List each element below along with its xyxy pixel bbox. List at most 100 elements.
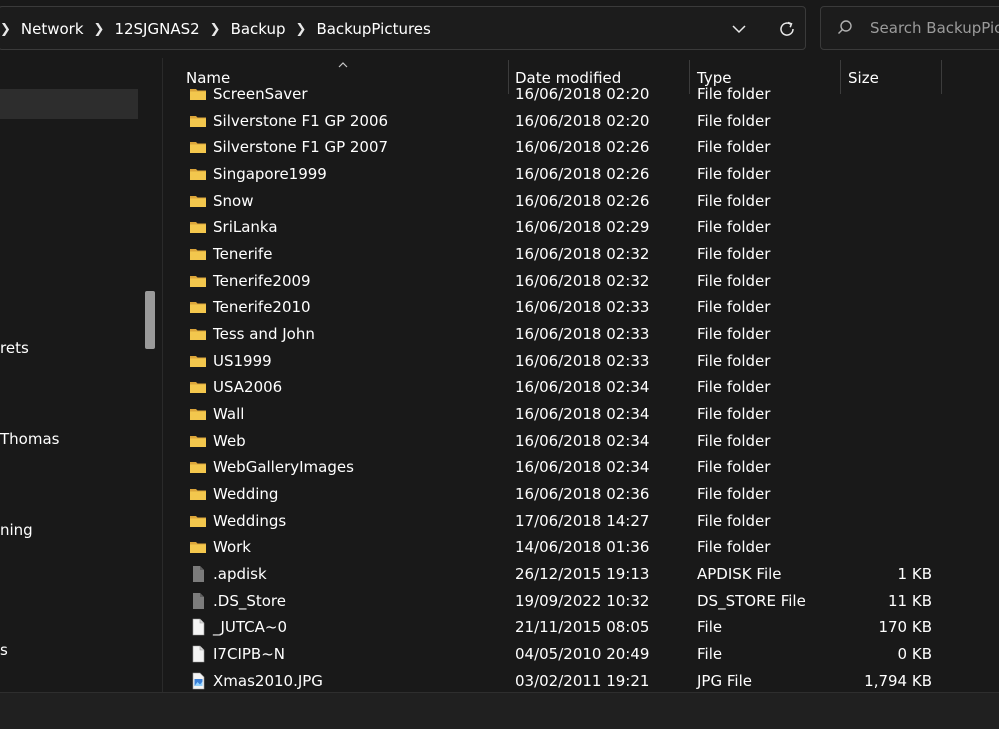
chevron-right-icon[interactable]: ❯	[94, 22, 115, 37]
file-list: ScreenSaver 16/06/2018 02:20 File folder Si…	[163, 82, 999, 691]
file-date-modified: 16/06/2018 02:20	[515, 111, 650, 130]
refresh-button[interactable]	[775, 17, 799, 41]
breadcrumb-backup-pictures[interactable]: BackupPictures	[316, 20, 440, 38]
file-name: Wall	[213, 404, 245, 423]
file-row[interactable]: WebGalleryImages 16/06/2018 02:34 File fol…	[163, 455, 999, 481]
file-size: 0 KB	[897, 644, 932, 663]
file-name: Singapore1999	[213, 164, 327, 183]
file-type: File folder	[697, 111, 771, 130]
file-date-modified: 17/06/2018 14:27	[515, 511, 650, 530]
file-date-modified: 16/06/2018 02:33	[515, 298, 650, 317]
folder-icon	[189, 458, 207, 476]
folder-icon	[189, 352, 207, 370]
folder-icon	[189, 85, 207, 103]
folder-icon	[189, 245, 207, 263]
file-row[interactable]: ScreenSaver 16/06/2018 02:20 File folder	[163, 82, 999, 108]
address-history-dropdown-button[interactable]	[728, 18, 750, 40]
file-name: US1999	[213, 351, 272, 370]
file-row[interactable]: Singapore1999 16/06/2018 02:26 File folder	[163, 162, 999, 188]
file-row[interactable]: USA2006 16/06/2018 02:34 File folder	[163, 375, 999, 401]
file-row[interactable]: Web 16/06/2018 02:34 File folder	[163, 429, 999, 455]
file-row[interactable]: .DS_Store 19/09/2022 10:32 DS_STORE File 11…	[163, 589, 999, 615]
breadcrumb: ❯ Network ❯ 12SJGNAS2 ❯ Backup ❯ BackupP…	[0, 18, 441, 40]
file-type: DS_STORE File	[697, 591, 806, 610]
file-date-modified: 04/05/2010 20:49	[515, 644, 650, 663]
file-name: Tess and John	[213, 324, 315, 343]
file-type: File folder	[697, 138, 771, 157]
file-name: Xmas2010.JPG	[213, 671, 323, 690]
file-date-modified: 19/09/2022 10:32	[515, 591, 650, 610]
file-row[interactable]: Wall 16/06/2018 02:34 File folder	[163, 402, 999, 428]
file-row[interactable]: Snow 16/06/2018 02:26 File folder	[163, 189, 999, 215]
folder-icon	[189, 298, 207, 316]
file-name: _JUTCA~0	[213, 618, 288, 637]
file-name: WebGalleryImages	[213, 458, 354, 477]
nav-item[interactable]: ning	[0, 521, 33, 539]
file-row[interactable]: Tenerife2009 16/06/2018 02:32 File folder	[163, 269, 999, 295]
chevron-right-icon[interactable]: ❯	[296, 22, 317, 37]
status-bar	[0, 692, 999, 729]
folder-icon	[189, 538, 207, 556]
chevron-right-icon[interactable]: ❯	[210, 22, 231, 37]
nav-scrollbar-thumb[interactable]	[145, 291, 155, 349]
file-row[interactable]: _JUTCA~0 21/11/2015 08:05 File 170 KB	[163, 615, 999, 641]
file-date-modified: 16/06/2018 02:26	[515, 138, 650, 157]
refresh-icon	[780, 21, 794, 36]
file-type: File folder	[697, 191, 771, 210]
file-type: APDISK File	[697, 564, 782, 583]
breadcrumb-backup[interactable]: Backup	[231, 20, 296, 38]
file-row[interactable]: Xmas2010.JPG 03/02/2011 19:21 JPG File 1,79…	[163, 669, 999, 691]
nav-item[interactable]: Thomas	[0, 430, 59, 448]
file-row[interactable]: Tenerife2010 16/06/2018 02:33 File folder	[163, 295, 999, 321]
nav-item[interactable]: s	[0, 641, 8, 659]
file-name: ScreenSaver	[213, 85, 308, 103]
folder-icon	[189, 325, 207, 343]
file-size: 1 KB	[897, 564, 932, 583]
folder-icon	[189, 218, 207, 236]
file-name: Tenerife	[213, 244, 273, 263]
file-row[interactable]: Silverstone F1 GP 2006 16/06/2018 02:20 Fi…	[163, 109, 999, 135]
folder-icon	[189, 485, 207, 503]
folder-icon	[189, 378, 207, 396]
file-date-modified: 16/06/2018 02:36	[515, 484, 650, 503]
file-name: Silverstone F1 GP 2006	[213, 111, 389, 130]
folder-icon	[189, 512, 207, 530]
file-date-modified: 16/06/2018 02:20	[515, 85, 650, 103]
file-name: Tenerife2009	[213, 271, 311, 290]
file-row[interactable]: Tenerife 16/06/2018 02:32 File folder	[163, 242, 999, 268]
breadcrumb-network[interactable]: Network	[21, 20, 94, 38]
file-date-modified: 21/11/2015 08:05	[515, 618, 650, 637]
folder-icon	[189, 138, 207, 156]
file-type: File folder	[697, 298, 771, 317]
file-row[interactable]: Silverstone F1 GP 2007 16/06/2018 02:26 Fi…	[163, 135, 999, 161]
file-name: Web	[213, 431, 246, 450]
file-row[interactable]: I7CIPB~N 04/05/2010 20:49 File 0 KB	[163, 642, 999, 668]
search-input[interactable]: Search BackupPictures	[870, 19, 999, 37]
file-row[interactable]: US1999 16/06/2018 02:33 File folder	[163, 349, 999, 375]
nav-scrollbar[interactable]	[143, 58, 157, 690]
file-name: SriLanka	[213, 218, 278, 237]
file-type: File folder	[697, 164, 771, 183]
nav-item[interactable]: rets	[0, 339, 29, 357]
file-row[interactable]: Tess and John 16/06/2018 02:33 File folder	[163, 322, 999, 348]
file-type: File folder	[697, 511, 771, 530]
nav-item-selected[interactable]	[0, 89, 138, 119]
file-white-icon	[189, 645, 207, 663]
file-date-modified: 16/06/2018 02:26	[515, 164, 650, 183]
file-row[interactable]: SriLanka 16/06/2018 02:29 File folder	[163, 215, 999, 241]
file-name: Weddings	[213, 511, 287, 530]
file-type: File folder	[697, 404, 771, 423]
file-date-modified: 16/06/2018 02:34	[515, 378, 650, 397]
file-type: File folder	[697, 218, 771, 237]
file-row[interactable]: Weddings 17/06/2018 14:27 File folder	[163, 509, 999, 535]
file-row[interactable]: .apdisk 26/12/2015 19:13 APDISK File 1 KB	[163, 562, 999, 588]
file-type: File folder	[697, 458, 771, 477]
breadcrumb-nas[interactable]: 12SJGNAS2	[114, 20, 209, 38]
file-size: 170 KB	[878, 618, 932, 637]
file-row[interactable]: Work 14/06/2018 01:36 File folder	[163, 535, 999, 561]
chevron-down-icon	[732, 25, 746, 34]
file-date-modified: 16/06/2018 02:32	[515, 244, 650, 263]
search-icon	[836, 19, 854, 37]
file-date-modified: 16/06/2018 02:33	[515, 351, 650, 370]
file-row[interactable]: Wedding 16/06/2018 02:36 File folder	[163, 482, 999, 508]
